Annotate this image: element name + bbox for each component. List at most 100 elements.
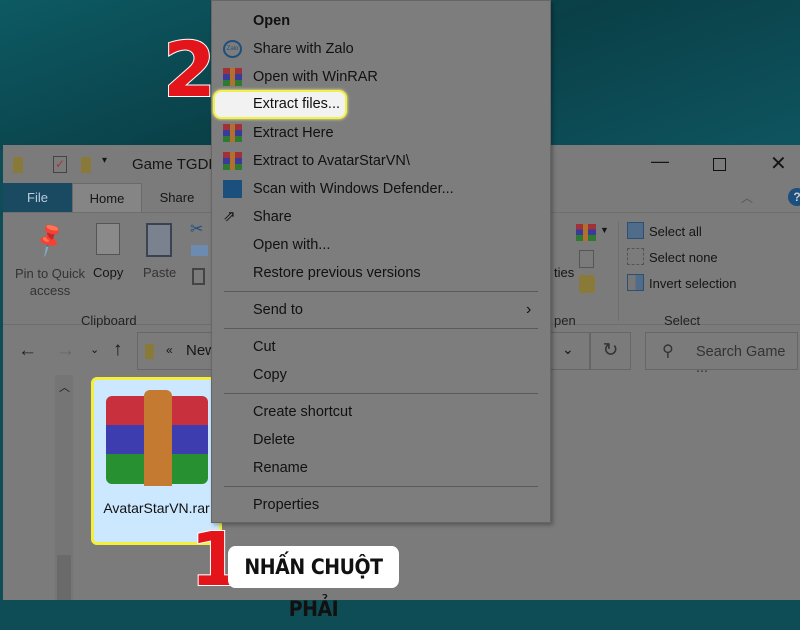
menu-label: Create shortcut [253,404,353,420]
search-icon: ⚲ [662,343,674,360]
address-dropdown-icon[interactable]: ⌄ [562,341,574,358]
context-menu: Open Zalo Share with Zalo Open with WinRA… [211,0,551,523]
pin-icon: 📌 [30,220,70,259]
menu-item-delete[interactable]: Delete [212,426,550,454]
menu-separator [224,393,538,394]
menu-item-properties[interactable]: Properties [212,491,550,519]
scroll-thumb[interactable] [57,555,71,600]
window-title: Game TGDE [132,156,219,173]
select-all-button[interactable]: Select all [649,224,702,239]
menu-item-extract-to[interactable]: Extract to AvatarStarVN\ [212,147,550,175]
menu-item-share[interactable]: ⇗ Share [212,203,550,231]
folder-icon [13,157,23,173]
winrar-archive-icon [106,390,208,486]
menu-label: Delete [253,432,295,448]
close-button[interactable]: ✕ [770,151,787,176]
collapse-ribbon-icon[interactable]: ︿ [741,189,753,206]
copy-path-icon[interactable] [191,245,208,256]
tab-file[interactable]: File [3,183,72,212]
menu-separator [224,291,538,292]
select-group-label: Select [664,313,701,328]
menu-label: Open with... [253,237,331,253]
winrar-open-icon[interactable] [576,224,596,241]
minimize-button[interactable]: — [651,151,669,172]
menu-item-extract-here[interactable]: Extract Here [212,119,550,147]
paste-button[interactable]: Paste [143,265,176,280]
menu-item-send-to[interactable]: Send to › [212,296,550,324]
properties-check-icon[interactable]: ✓ [53,156,67,173]
winrar-icon [223,68,242,86]
select-none-icon [627,248,644,265]
qat-dropdown-icon[interactable]: ▾ [102,155,107,166]
menu-item-copy[interactable]: Copy [212,361,550,389]
menu-item-open-with[interactable]: Open with... [212,231,550,259]
copy-icon [96,223,120,255]
menu-item-open-winrar[interactable]: Open with WinRAR [212,63,550,91]
menu-item-open[interactable]: Open [212,7,550,35]
zalo-icon: Zalo [223,40,242,58]
up-button[interactable]: ↑ [113,339,123,361]
archive-belt [144,390,172,486]
share-icon: ⇗ [223,208,236,225]
menu-label: Send to [253,302,303,318]
search-placeholder: Search Game ... [696,344,786,376]
refresh-button[interactable]: ↻ [590,332,631,370]
menu-label: Extract files... [253,96,341,112]
menu-item-create-shortcut[interactable]: Create shortcut [212,398,550,426]
menu-label: Share with Zalo [253,41,354,57]
step-2-marker: 2 [162,25,217,114]
menu-label: Extract to AvatarStarVN\ [253,153,410,169]
breadcrumb-overflow-icon[interactable]: « [166,343,173,357]
new-folder-icon[interactable] [81,157,91,173]
file-name: AvatarStarVN.rar [103,500,210,516]
tab-home[interactable]: Home [72,183,142,212]
winrar-icon [223,124,242,142]
menu-label: Restore previous versions [253,265,421,281]
invert-selection-button[interactable]: Invert selection [649,276,736,291]
scrollbar[interactable]: ︿ [55,375,73,600]
menu-separator [224,328,538,329]
winrar-icon [223,152,242,170]
menu-label: Rename [253,460,308,476]
paste-icon [146,223,172,257]
menu-label: Open with WinRAR [253,69,378,85]
paste-shortcut-icon[interactable] [192,268,205,285]
menu-label: Properties [253,497,320,513]
back-button[interactable]: ← [18,340,37,362]
history-icon[interactable] [579,275,595,293]
edit-icon[interactable] [579,250,594,268]
address-folder-icon [145,344,154,359]
submenu-arrow-icon: › [526,301,532,318]
invert-selection-icon [627,274,644,291]
menu-item-scan-defender[interactable]: Scan with Windows Defender... [212,175,550,203]
menu-item-rename[interactable]: Rename [212,454,550,482]
menu-separator [224,486,538,487]
shield-icon [223,180,242,198]
select-none-button[interactable]: Select none [649,250,718,265]
properties-button-partial[interactable]: ties [554,265,574,280]
menu-label: Cut [253,339,276,355]
open-group-label: pen [554,313,576,328]
maximize-button[interactable] [713,158,726,171]
menu-item-share-zalo[interactable]: Zalo Share with Zalo [212,35,550,63]
menu-item-restore-versions[interactable]: Restore previous versions [212,259,550,287]
recent-locations-icon[interactable]: ⌄ [90,343,99,356]
menu-label: Extract Here [253,125,334,141]
scroll-up-icon[interactable]: ︿ [59,379,70,395]
forward-button[interactable]: → [56,340,75,362]
menu-label: Copy [253,367,287,383]
ribbon-divider [618,221,619,321]
search-input[interactable]: ⚲ Search Game ... [645,332,798,376]
help-icon[interactable]: ? [788,188,800,206]
open-dropdown-icon[interactable]: ▼ [600,225,609,235]
tab-share[interactable]: Share [142,183,212,212]
select-all-icon [627,222,644,239]
menu-item-cut[interactable]: Cut [212,333,550,361]
cut-icon[interactable]: ✂ [190,219,203,239]
step-1-label: NHẤN CHUỘT PHẢI [228,546,399,621]
copy-button[interactable]: Copy [93,265,123,280]
menu-item-extract-files[interactable]: Extract files... [213,90,347,119]
pin-to-quick-access-button[interactable]: Pin to Quick access [9,265,91,299]
clipboard-group-label: Clipboard [81,313,137,328]
menu-label: Open [253,13,291,29]
